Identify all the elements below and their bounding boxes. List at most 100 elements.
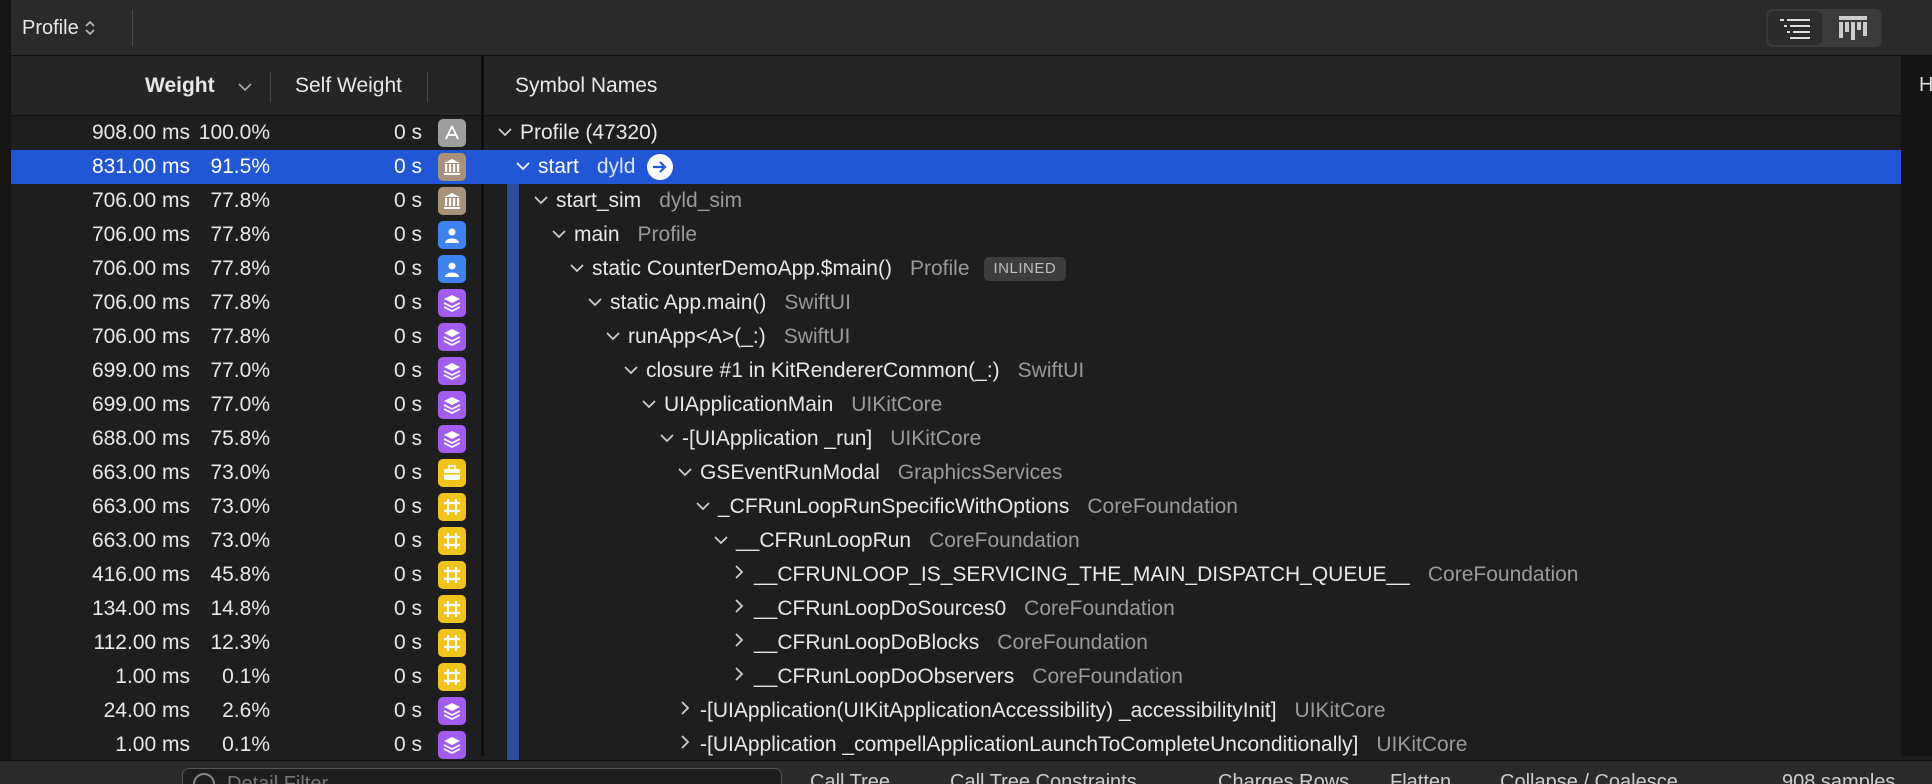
symbol-name: Profile (47320) [520,121,658,144]
weight-percent: 73.0% [210,495,270,518]
table-row[interactable]: 663.00 ms 73.0% 0 s _CFRunLoopRunSpecificWi… [11,490,1901,524]
table-row[interactable]: 706.00 ms 77.8% 0 s main Profile [11,218,1901,252]
table-row[interactable]: 1.00 ms 0.1% 0 s __CFRunLoopDoObservers Core… [11,660,1901,694]
self-weight: 0 s [393,291,422,314]
symbol-name: runApp<A>(_:) [628,325,766,348]
self-weight: 0 s [393,257,422,280]
table-row[interactable]: 706.00 ms 77.8% 0 s runApp<A>(_:) SwiftUI [11,320,1901,354]
framework-icon [438,561,466,589]
self-weight: 0 s [393,189,422,212]
symbol-cell: __CFRunLoopRun CoreFoundation [712,524,1080,558]
self-weight-column-header[interactable]: Self Weight [295,56,402,116]
symbol-name: -[UIApplication(UIKitApplicationAccessib… [700,699,1277,722]
library-name: GraphicsServices [897,461,1063,484]
weight-percent: 77.8% [210,291,270,314]
arrow-right-circle-icon[interactable] [647,154,674,180]
collapse-coalesce-options[interactable]: Collapse / Coalesce [1500,771,1678,784]
weight-percent: 100.0% [198,121,270,144]
weight-ms: 134.00 ms [91,597,190,620]
table-row[interactable]: 688.00 ms 75.8% 0 s -[UIApplication _run] UI… [11,422,1901,456]
symbol-cell: __CFRunLoopDoBlocks CoreFoundation [730,626,1148,660]
library-name: UIKitCore [851,393,943,416]
library-name: CoreFoundation [1032,665,1183,688]
table-row[interactable]: 24.00 ms 2.6% 0 s -[UIApplication(UIKitAppl… [11,694,1901,728]
user-icon [438,255,466,283]
table-row[interactable]: 416.00 ms 45.8% 0 s __CFRUNLOOP_IS_SERVICIN… [11,558,1901,592]
symbol-cell: -[UIApplication(UIKitApplicationAccessib… [676,694,1386,728]
flame-graph-icon[interactable] [1824,9,1882,47]
table-row[interactable]: 706.00 ms 77.8% 0 s static CounterDemoApp.$… [11,252,1901,286]
chevron-right-icon[interactable] [676,728,694,761]
library-name: Profile [637,223,698,246]
weight-percent: 73.0% [210,461,270,484]
table-row[interactable]: 1.00 ms 0.1% 0 s -[UIApplication _compellAp… [11,728,1901,761]
chevron-down-icon[interactable] [622,354,640,388]
layers-icon [438,731,466,759]
charges-rows-options[interactable]: Charges Rows [1218,771,1349,784]
chevron-down-icon[interactable] [568,252,586,286]
header-divider [270,72,271,102]
chevron-down-icon[interactable] [712,524,730,558]
chevron-down-icon[interactable] [640,388,658,422]
self-weight: 0 s [393,529,422,552]
library-name: UIKitCore [890,427,982,450]
detail-filter-field[interactable]: Detail Filter [182,768,782,784]
self-weight: 0 s [393,495,422,518]
symbol-name: static App.main() [610,291,767,314]
weight-ms: 1.00 ms [115,665,190,688]
weight-header-label: Weight [145,74,215,97]
chevron-down-icon[interactable] [586,286,604,320]
symbol-name: _CFRunLoopRunSpecificWithOptions [718,495,1070,518]
symbol-names-column-header[interactable]: Symbol Names [515,56,657,116]
symbol-cell: _CFRunLoopRunSpecificWithOptions CoreFoun… [694,490,1238,524]
profile-selector[interactable]: Profile [22,14,95,42]
chevron-down-icon[interactable] [658,422,676,456]
library-name: CoreFoundation [929,529,1080,552]
layers-icon [438,357,466,385]
chevron-down-icon[interactable] [532,184,550,218]
chevron-down-icon[interactable] [604,320,622,354]
weight-ms: 699.00 ms [91,393,190,416]
weight-ms: 706.00 ms [91,223,190,246]
chevron-right-icon[interactable] [730,558,748,592]
chevron-right-icon[interactable] [730,592,748,626]
chevron-right-icon[interactable] [730,660,748,694]
bottom-bar: Detail Filter Call Tree Call Tree Constr… [0,760,1932,784]
symbol-cell: -[UIApplication _compellApplicationLaunc… [676,728,1467,761]
table-row[interactable]: 699.00 ms 77.0% 0 s closure #1 in KitRender… [11,354,1901,388]
call-tree-constraints-options[interactable]: Call Tree Constraints [950,771,1137,784]
call-tree-options[interactable]: Call Tree [810,771,890,784]
chevron-down-icon[interactable] [514,150,532,184]
chevron-down-icon[interactable] [676,456,694,490]
flatten-options[interactable]: Flatten [1390,771,1451,784]
weight-ms: 706.00 ms [91,189,190,212]
weight-column-header[interactable]: Weight [145,56,253,116]
layers-icon [438,697,466,725]
call-tree-list-icon[interactable] [1768,11,1822,45]
weight-ms: 112.00 ms [93,631,191,654]
symbol-name: -[UIApplication _run] [682,427,873,450]
chevron-down-icon[interactable] [694,490,712,524]
search-icon [193,773,215,784]
layers-icon [438,391,466,419]
self-weight: 0 s [393,359,422,382]
framework-icon [438,663,466,691]
table-row[interactable]: 908.00 ms 100.0% 0 s Profile (47320) [11,116,1901,150]
table-row[interactable]: 663.00 ms 73.0% 0 s GSEventRunModal Graphics… [11,456,1901,490]
table-row[interactable]: 134.00 ms 14.8% 0 s __CFRunLoopDoSources0 Co… [11,592,1901,626]
chevron-right-icon[interactable] [676,694,694,728]
library-name: CoreFoundation [1427,563,1579,586]
table-row[interactable]: 831.00 ms 91.5% 0 s start dyld [11,150,1901,184]
chevron-down-icon[interactable] [550,218,568,252]
weight-percent: 91.5% [210,155,270,178]
chevron-right-icon[interactable] [730,626,748,660]
table-row[interactable]: 699.00 ms 77.0% 0 s UIApplicationMain UIKitC… [11,388,1901,422]
table-row[interactable]: 706.00 ms 77.8% 0 s start_sim dyld_sim [11,184,1901,218]
view-mode-toggle[interactable] [1766,9,1882,47]
chevron-down-icon[interactable] [496,116,514,150]
weight-percent: 77.8% [210,189,270,212]
table-row[interactable]: 112.00 ms 12.3% 0 s __CFRunLoopDoBlocks Core… [11,626,1901,660]
table-row[interactable]: 706.00 ms 77.8% 0 s static App.main() SwiftU… [11,286,1901,320]
table-row[interactable]: 663.00 ms 73.0% 0 s __CFRunLoopRun CoreFound… [11,524,1901,558]
library-name: CoreFoundation [1024,597,1175,620]
